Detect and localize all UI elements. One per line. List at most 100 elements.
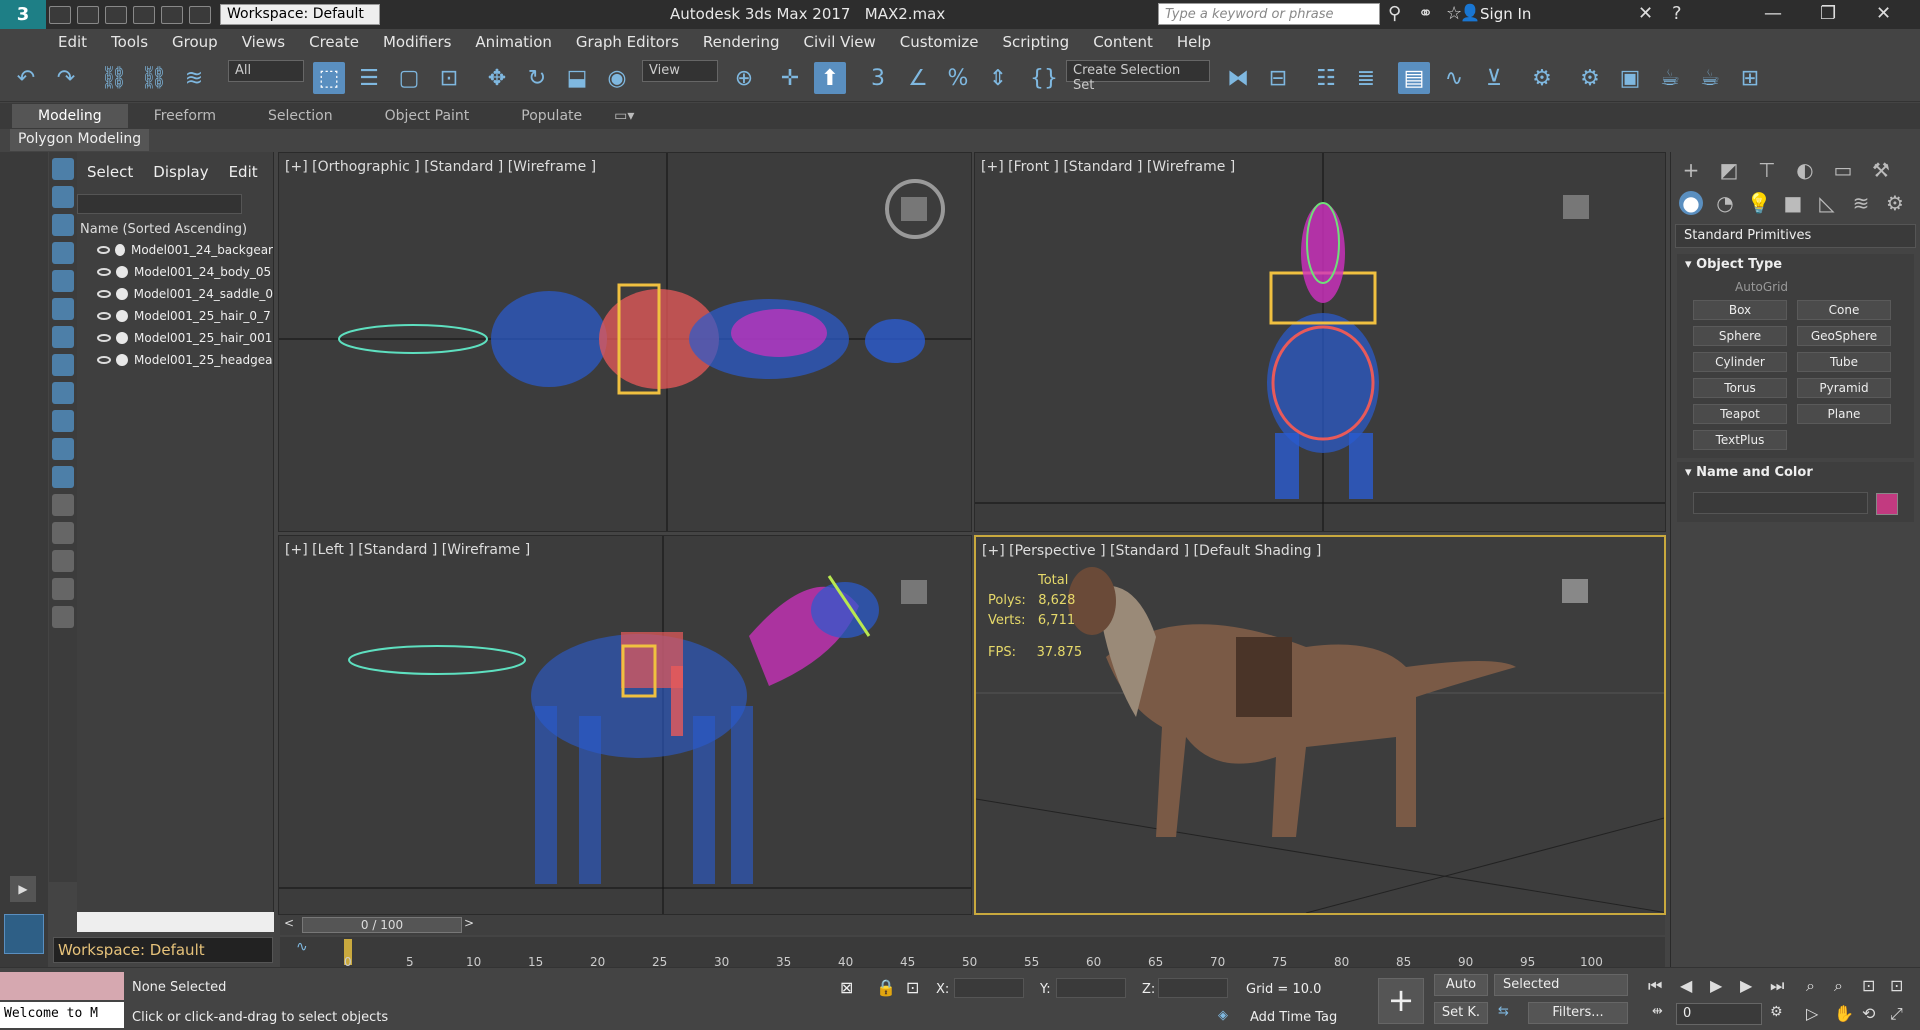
- document-icon[interactable]: [52, 550, 74, 572]
- absolute-mode-icon[interactable]: ⊡: [906, 978, 919, 997]
- keyboard-shortcut-override-icon[interactable]: ⬆: [814, 62, 846, 94]
- place-icon[interactable]: ◉: [601, 62, 633, 94]
- menu-graph-editors[interactable]: Graph Editors: [564, 33, 691, 51]
- helpers-category-icon[interactable]: ◺: [1815, 191, 1839, 215]
- pivot-center-icon[interactable]: ⊕: [728, 62, 760, 94]
- menu-group[interactable]: Group: [160, 33, 230, 51]
- align-icon[interactable]: ⊟: [1262, 62, 1294, 94]
- play-icon[interactable]: ▶: [1710, 976, 1722, 995]
- display-lights-icon[interactable]: [52, 214, 74, 236]
- geosphere-button[interactable]: GeoSphere: [1797, 326, 1891, 346]
- scene-search-input[interactable]: [77, 194, 242, 214]
- curve-editor-icon[interactable]: ∿: [1438, 62, 1470, 94]
- next-frame-icon[interactable]: ▶: [1740, 976, 1752, 995]
- tab-select[interactable]: Select: [77, 163, 143, 181]
- new-file-icon[interactable]: [49, 5, 71, 24]
- tab-display[interactable]: Display: [143, 163, 218, 181]
- display-tab-icon[interactable]: ▭: [1831, 158, 1855, 182]
- time-config-icon[interactable]: ⚙: [1770, 1004, 1783, 1020]
- display-geometry-icon[interactable]: [52, 158, 74, 180]
- eye-icon[interactable]: [97, 290, 111, 298]
- zoom-icon[interactable]: ⌕: [1806, 976, 1815, 996]
- list-icon[interactable]: [52, 494, 74, 516]
- add-key-icon[interactable]: +: [1378, 978, 1424, 1024]
- viewport-label-front[interactable]: [+] [Front ] [Standard ] [Wireframe ]: [981, 159, 1235, 175]
- schematic-view-icon[interactable]: ⊻: [1478, 62, 1510, 94]
- mirror-icon[interactable]: ⧓: [1222, 62, 1254, 94]
- torus-button[interactable]: Torus: [1693, 378, 1787, 398]
- time-slider-thumb[interactable]: 0 / 100: [302, 917, 462, 933]
- plane-button[interactable]: Plane: [1797, 404, 1891, 424]
- go-to-end-icon[interactable]: ⏭: [1770, 976, 1784, 996]
- close-icon[interactable]: ✕: [1876, 3, 1891, 24]
- scene-row[interactable]: Model001_25_headgea: [77, 349, 273, 371]
- y-coordinate-field[interactable]: [1056, 978, 1126, 998]
- display-xrefs-icon[interactable]: [52, 354, 74, 376]
- key-filters-icon[interactable]: ⇆: [1498, 1004, 1509, 1019]
- field-of-view-icon[interactable]: ▷: [1806, 1004, 1818, 1023]
- auto-key-button[interactable]: Auto: [1434, 974, 1488, 996]
- display-hidden-icon[interactable]: [52, 466, 74, 488]
- material-editor-icon[interactable]: ⚙: [1526, 62, 1558, 94]
- orbit-icon[interactable]: ⟲: [1862, 1004, 1875, 1023]
- maximize-icon[interactable]: ❐: [1820, 3, 1836, 24]
- name-and-color-header[interactable]: ▾ Name and Color: [1677, 462, 1914, 486]
- save-file-icon[interactable]: [105, 5, 127, 24]
- viewport-layout-icon[interactable]: [4, 914, 44, 954]
- display-helpers-icon[interactable]: [52, 270, 74, 292]
- display-shapes-icon[interactable]: [52, 186, 74, 208]
- menu-customize[interactable]: Customize: [888, 33, 991, 51]
- unlink-icon[interactable]: ⛓: [138, 62, 170, 94]
- maxscript-mini-listener[interactable]: Welcome to M: [0, 1002, 124, 1028]
- lights-category-icon[interactable]: 💡: [1747, 191, 1772, 215]
- menu-help[interactable]: Help: [1165, 33, 1223, 51]
- tab-populate[interactable]: Populate: [495, 108, 608, 124]
- funnel-icon[interactable]: [52, 606, 74, 628]
- rendered-frame-icon[interactable]: ▣: [1614, 62, 1646, 94]
- eye-icon[interactable]: [97, 312, 111, 320]
- tab-object-paint[interactable]: Object Paint: [359, 108, 496, 124]
- pan-view-icon[interactable]: ✋: [1834, 1004, 1854, 1023]
- filter-icon[interactable]: [52, 578, 74, 600]
- zoom-extents-all-icon[interactable]: ⊡: [1890, 976, 1903, 995]
- render-cloud-icon[interactable]: ⊞: [1734, 62, 1766, 94]
- cameras-category-icon[interactable]: ■: [1781, 191, 1805, 215]
- systems-category-icon[interactable]: ⚙: [1883, 191, 1907, 215]
- menu-scripting[interactable]: Scripting: [990, 33, 1081, 51]
- time-tag-icon[interactable]: ◈: [1218, 1008, 1228, 1023]
- menu-views[interactable]: Views: [230, 33, 297, 51]
- display-cameras-icon[interactable]: [52, 242, 74, 264]
- viewport-label-perspective[interactable]: [+] [Perspective ] [Standard ] [Default …: [982, 543, 1321, 559]
- scene-explorer-toggle-icon[interactable]: ☷: [1310, 62, 1342, 94]
- undo-icon[interactable]: [133, 5, 155, 24]
- scene-row[interactable]: Model001_25_hair_0_7: [77, 305, 273, 327]
- geometry-category-icon[interactable]: ●: [1679, 191, 1703, 215]
- key-mode-toggle-icon[interactable]: ⇹: [1652, 1004, 1663, 1019]
- display-spacewarps-icon[interactable]: [52, 298, 74, 320]
- menu-create[interactable]: Create: [297, 33, 371, 51]
- zoom-extents-icon[interactable]: ⊡: [1862, 976, 1875, 995]
- page-icon[interactable]: [52, 522, 74, 544]
- menu-modifiers[interactable]: Modifiers: [371, 33, 463, 51]
- utilities-tab-icon[interactable]: ⚒: [1869, 158, 1893, 182]
- minimize-icon[interactable]: —: [1764, 3, 1782, 24]
- motion-tab-icon[interactable]: ◐: [1793, 158, 1817, 182]
- viewport-perspective[interactable]: [+] [Perspective ] [Standard ] [Default …: [974, 535, 1666, 915]
- tab-selection[interactable]: Selection: [242, 108, 359, 124]
- workspace-bottom-select[interactable]: Workspace: Default: [53, 937, 273, 963]
- window-crossing-icon[interactable]: ⊡: [433, 62, 465, 94]
- teapot-button[interactable]: Teapot: [1693, 404, 1787, 424]
- bind-spacewarp-icon[interactable]: ≋: [178, 62, 210, 94]
- menu-rendering[interactable]: Rendering: [691, 33, 792, 51]
- workspace-select[interactable]: Workspace: Default: [220, 4, 380, 25]
- tube-button[interactable]: Tube: [1797, 352, 1891, 372]
- eye-icon[interactable]: [97, 334, 111, 342]
- select-object-icon[interactable]: ⬚: [313, 62, 345, 94]
- scene-row[interactable]: Model001_24_body_05: [77, 261, 273, 283]
- display-groups-icon[interactable]: [52, 326, 74, 348]
- help-icon[interactable]: ?: [1672, 3, 1682, 24]
- spinner-snap-icon[interactable]: ⇕: [982, 62, 1014, 94]
- create-tab-plus-icon[interactable]: +: [1679, 158, 1703, 182]
- z-coordinate-field[interactable]: [1158, 978, 1228, 998]
- menu-edit[interactable]: Edit: [46, 33, 99, 51]
